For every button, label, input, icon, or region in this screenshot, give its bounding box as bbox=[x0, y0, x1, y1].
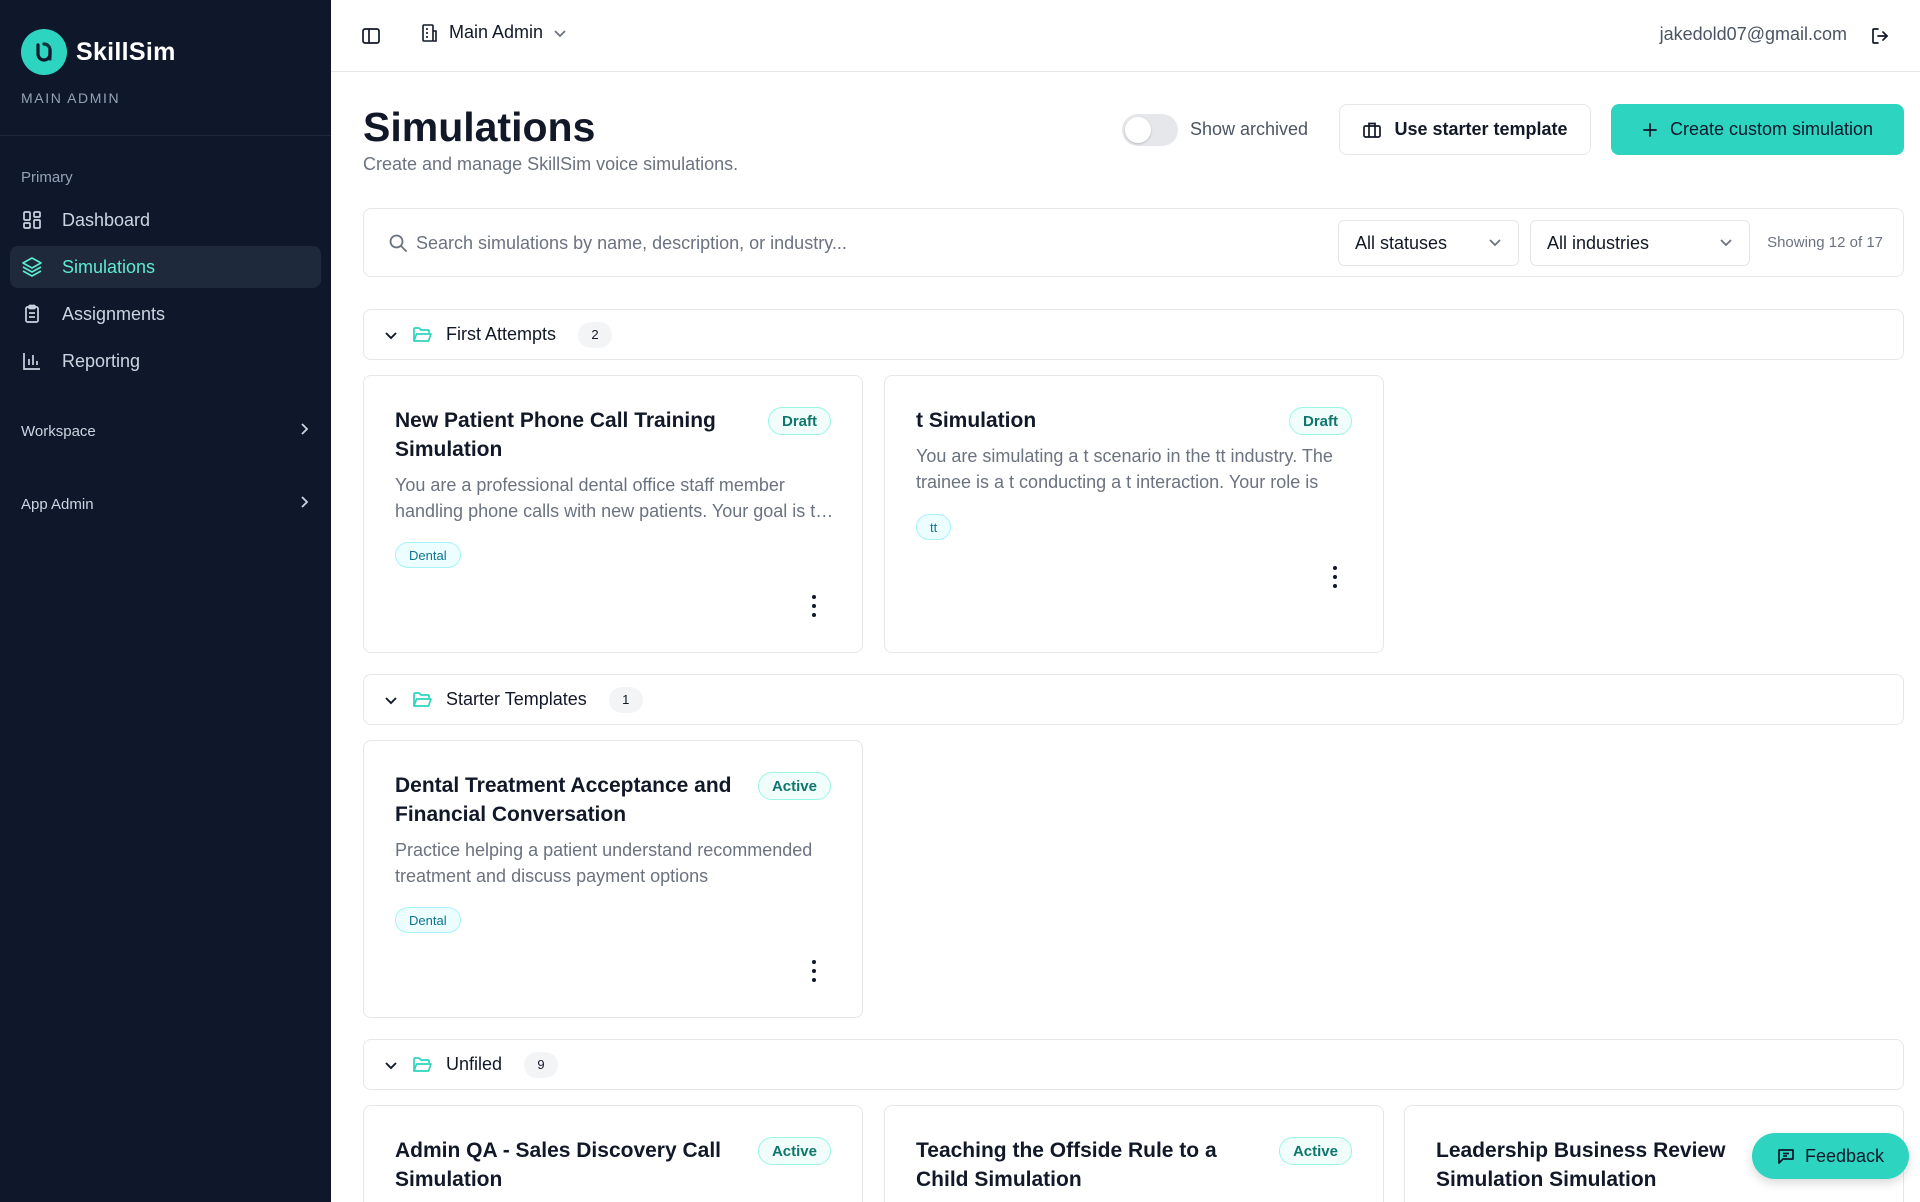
plus-icon bbox=[1642, 122, 1658, 138]
sidebar-item-label: Reporting bbox=[62, 350, 141, 371]
industry-filter-select[interactable]: All industries bbox=[1530, 220, 1750, 266]
building-icon bbox=[419, 23, 439, 43]
sidebar-group-label: App Admin bbox=[21, 495, 94, 513]
status-badge: Draft bbox=[767, 407, 831, 435]
industry-filter-value: All industries bbox=[1547, 232, 1650, 253]
briefcase-icon bbox=[1362, 120, 1382, 140]
folder-open-icon bbox=[412, 691, 432, 709]
org-name: Main Admin bbox=[449, 22, 544, 42]
card-description: You are a professional dental office sta… bbox=[395, 475, 826, 521]
more-options-icon[interactable] bbox=[808, 960, 820, 982]
status-badge: Draft bbox=[1288, 407, 1352, 435]
folder-starter-templates[interactable]: Starter Templates 1 bbox=[363, 674, 1904, 725]
message-square-icon bbox=[1777, 1147, 1795, 1165]
more-options-icon[interactable] bbox=[808, 595, 820, 617]
topbar: Main Admin jakedold07@gmail.com bbox=[331, 0, 1920, 72]
grid-icon bbox=[21, 209, 43, 231]
status-badge: Active bbox=[757, 1137, 831, 1165]
sidebar-item-dashboard[interactable]: Dashboard bbox=[10, 199, 321, 241]
sidebar-item-assignments[interactable]: Assignments bbox=[10, 293, 321, 335]
sidebar-item-reporting[interactable]: Reporting bbox=[10, 340, 321, 382]
create-custom-simulation-button[interactable]: Create custom simulation bbox=[1611, 104, 1904, 155]
search-icon bbox=[388, 233, 408, 253]
layers-icon bbox=[21, 256, 43, 278]
feedback-label: Feedback bbox=[1804, 1145, 1885, 1166]
sidebar: SkillSim MAIN ADMIN Primary Dashboard Si… bbox=[0, 0, 331, 1202]
status-filter-select[interactable]: All statuses bbox=[1338, 220, 1519, 266]
clipboard-icon bbox=[21, 303, 43, 325]
folder-count-badge: 2 bbox=[578, 321, 613, 348]
simulation-card[interactable]: Dental Treatment Acceptance and Financia… bbox=[363, 740, 863, 1018]
simulation-card[interactable]: Teaching the Offside Rule to a Child Sim… bbox=[884, 1105, 1384, 1202]
filter-bar: All statuses All industries Showing 12 o… bbox=[363, 208, 1904, 277]
card-title: Admin QA - Sales Discovery Call Simulati… bbox=[395, 1139, 722, 1191]
chevron-down-icon bbox=[1488, 233, 1502, 254]
more-options-icon[interactable] bbox=[1329, 566, 1341, 588]
card-title: t Simulation bbox=[916, 409, 1037, 432]
card-description: Practice helping a patient understand re… bbox=[395, 840, 813, 886]
results-count: Showing 12 of 17 bbox=[1767, 234, 1883, 251]
status-filter-value: All statuses bbox=[1355, 232, 1448, 253]
folder-first-attempts[interactable]: First Attempts 2 bbox=[363, 309, 1904, 360]
brand-name: SkillSim bbox=[76, 37, 176, 66]
status-badge: Active bbox=[1278, 1137, 1352, 1165]
folder-count-badge: 9 bbox=[524, 1051, 559, 1078]
feedback-button[interactable]: Feedback bbox=[1752, 1133, 1909, 1179]
toggle-knob bbox=[1125, 117, 1151, 143]
simulation-card[interactable]: t Simulation Draft You are simulating a … bbox=[884, 375, 1384, 653]
simulation-card[interactable]: Admin QA - Sales Discovery Call Simulati… bbox=[363, 1105, 863, 1202]
sidebar-item-label: Dashboard bbox=[62, 209, 151, 230]
card-description: You are simulating a t scenario in the t… bbox=[916, 446, 1333, 492]
chevron-right-icon bbox=[297, 495, 311, 513]
chevron-down-icon bbox=[384, 693, 398, 707]
show-archived-toggle[interactable] bbox=[1122, 114, 1178, 146]
show-archived-label: Show archived bbox=[1190, 119, 1309, 139]
skillsim-logo-icon bbox=[21, 29, 67, 75]
card-title: Leadership Business Review Simulation Si… bbox=[1436, 1139, 1726, 1191]
folder-name: Starter Templates bbox=[446, 689, 587, 709]
brand-subtitle: MAIN ADMIN bbox=[21, 90, 121, 106]
sidebar-group-workspace[interactable]: Workspace bbox=[21, 422, 311, 440]
folder-unfiled[interactable]: Unfiled 9 bbox=[363, 1039, 1904, 1090]
chevron-down-icon bbox=[1719, 233, 1733, 254]
use-starter-template-button[interactable]: Use starter template bbox=[1339, 104, 1591, 155]
page-title: Simulations bbox=[363, 104, 596, 150]
chevron-down-icon bbox=[384, 1058, 398, 1072]
folder-open-icon bbox=[412, 1056, 432, 1074]
folder-count-badge: 1 bbox=[608, 686, 643, 713]
simulation-card[interactable]: New Patient Phone Call Training Simulati… bbox=[363, 375, 863, 653]
sidebar-group-label: Workspace bbox=[21, 422, 96, 440]
org-switcher[interactable]: Main Admin bbox=[419, 22, 567, 43]
card-title: New Patient Phone Call Training Simulati… bbox=[395, 409, 716, 461]
sidebar-divider bbox=[0, 135, 331, 136]
chevron-down-icon bbox=[384, 328, 398, 342]
page-subtitle: Create and manage SkillSim voice simulat… bbox=[363, 154, 739, 174]
sidebar-item-label: Assignments bbox=[62, 303, 166, 324]
sidebar-toggle-icon[interactable] bbox=[359, 24, 383, 48]
folder-open-icon bbox=[412, 326, 432, 344]
logout-icon[interactable] bbox=[1868, 24, 1892, 48]
sidebar-item-label: Simulations bbox=[62, 256, 156, 277]
industry-tag: Dental bbox=[395, 907, 461, 933]
user-email: jakedold07@gmail.com bbox=[1659, 24, 1847, 44]
chevron-right-icon bbox=[297, 422, 311, 440]
sidebar-section-primary: Primary bbox=[21, 169, 73, 186]
bar-chart-icon bbox=[21, 350, 43, 372]
folder-name: First Attempts bbox=[446, 324, 557, 344]
card-title: Teaching the Offside Rule to a Child Sim… bbox=[916, 1139, 1217, 1191]
card-title: Dental Treatment Acceptance and Financia… bbox=[395, 774, 732, 826]
search-input[interactable] bbox=[416, 221, 1316, 266]
industry-tag: tt bbox=[916, 514, 952, 540]
chevron-down-icon bbox=[553, 26, 567, 40]
folder-name: Unfiled bbox=[446, 1054, 503, 1074]
create-custom-simulation-label: Create custom simulation bbox=[1669, 119, 1874, 139]
use-starter-template-label: Use starter template bbox=[1394, 119, 1568, 139]
sidebar-item-simulations[interactable]: Simulations bbox=[10, 246, 321, 288]
industry-tag: Dental bbox=[395, 542, 461, 568]
sidebar-group-app-admin[interactable]: App Admin bbox=[21, 495, 311, 513]
status-badge: Active bbox=[757, 772, 831, 800]
brand[interactable]: SkillSim bbox=[21, 29, 176, 75]
